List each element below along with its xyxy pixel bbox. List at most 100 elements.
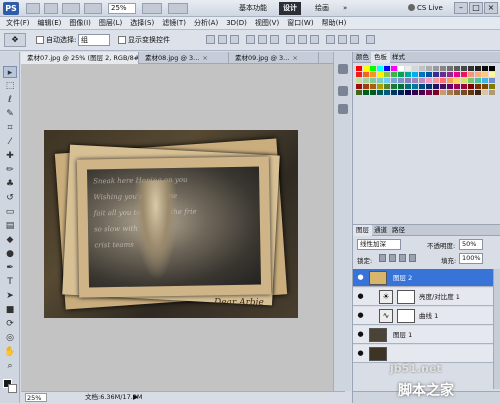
layer-row-brightness-contrast[interactable]: ● ☀ 亮度/对比度 1 bbox=[353, 288, 493, 306]
color-swatch[interactable] bbox=[454, 90, 461, 96]
extras-icon[interactable] bbox=[62, 3, 80, 14]
menu-help[interactable]: 帮助(H) bbox=[318, 17, 351, 29]
tab-styles[interactable]: 样式 bbox=[389, 52, 408, 63]
layer-row-layer-2[interactable]: ● 图层 2 bbox=[353, 269, 493, 287]
crop-tool-icon[interactable]: ⌗ bbox=[3, 122, 17, 134]
distribute-hcenter-icon[interactable] bbox=[338, 35, 347, 44]
bridge-icon[interactable] bbox=[26, 3, 40, 14]
background-color-swatch[interactable] bbox=[8, 384, 17, 393]
visibility-eye-icon[interactable]: ● bbox=[356, 293, 365, 300]
color-swatch[interactable] bbox=[419, 90, 426, 96]
gradient-tool-icon[interactable]: ▤ bbox=[3, 220, 17, 232]
align-right-icon[interactable] bbox=[270, 35, 279, 44]
color-swatch[interactable] bbox=[377, 90, 384, 96]
align-left-icon[interactable] bbox=[246, 35, 255, 44]
color-swatch[interactable] bbox=[384, 90, 391, 96]
color-swatch[interactable] bbox=[461, 90, 468, 96]
lock-position-icon[interactable] bbox=[399, 254, 406, 262]
color-swatch[interactable] bbox=[426, 90, 433, 96]
workspace-essentials[interactable]: 基本功能 bbox=[235, 2, 271, 15]
hand-zoom-icon[interactable] bbox=[84, 3, 102, 14]
zoom-tool-icon[interactable]: ⌕ bbox=[3, 360, 17, 372]
menu-view[interactable]: 视图(V) bbox=[251, 17, 283, 29]
lock-image-icon[interactable] bbox=[389, 254, 396, 262]
color-swatch[interactable] bbox=[482, 90, 489, 96]
tab-swatches[interactable]: 色板 bbox=[371, 52, 390, 63]
align-vcenter-icon[interactable] bbox=[218, 35, 227, 44]
distribute-top-icon[interactable] bbox=[286, 35, 295, 44]
dodge-tool-icon[interactable]: ● bbox=[3, 248, 17, 260]
auto-select-dropdown[interactable]: 组 bbox=[78, 34, 110, 46]
close-tab-icon[interactable]: × bbox=[202, 54, 207, 62]
color-swatch[interactable] bbox=[370, 90, 377, 96]
align-top-icon[interactable] bbox=[206, 35, 215, 44]
show-transform-checkbox[interactable] bbox=[118, 36, 126, 44]
color-panel-icon[interactable] bbox=[338, 86, 348, 96]
visibility-eye-icon[interactable]: ● bbox=[356, 331, 365, 338]
color-swatch[interactable] bbox=[412, 90, 419, 96]
distribute-bottom-icon[interactable] bbox=[310, 35, 319, 44]
color-swatch[interactable] bbox=[363, 90, 370, 96]
distribute-right-icon[interactable] bbox=[350, 35, 359, 44]
document-canvas-image[interactable]: Sneak here Hoping on you Wishing you're … bbox=[44, 130, 298, 318]
move-tool-preset-icon[interactable]: ✥ bbox=[4, 33, 26, 47]
workspace-more-button[interactable]: » bbox=[339, 2, 351, 15]
tab-channels[interactable]: 通道 bbox=[371, 225, 390, 236]
document-tab-2[interactable]: 素材08.jpg @ 3... × bbox=[139, 52, 229, 64]
lock-transparent-icon[interactable] bbox=[379, 254, 386, 262]
shape-tool-icon[interactable]: ■ bbox=[3, 304, 17, 316]
menu-window[interactable]: 窗口(W) bbox=[283, 17, 317, 29]
menu-select[interactable]: 选择(S) bbox=[126, 17, 158, 29]
menu-layer[interactable]: 图层(L) bbox=[95, 17, 126, 29]
color-swatch[interactable] bbox=[356, 90, 363, 96]
workspace-painting[interactable]: 绘画 bbox=[311, 2, 333, 15]
color-swatch[interactable] bbox=[468, 90, 475, 96]
color-swatch[interactable] bbox=[398, 90, 405, 96]
color-swatch[interactable] bbox=[489, 90, 496, 96]
type-tool-icon[interactable]: T bbox=[3, 276, 17, 288]
menu-file[interactable]: 文件(F) bbox=[2, 17, 34, 29]
layer-row-layer-1[interactable]: ● 图层 1 bbox=[353, 326, 493, 344]
marquee-tool-icon[interactable]: ⬚ bbox=[3, 80, 17, 92]
color-swatch[interactable] bbox=[440, 90, 447, 96]
menu-analysis[interactable]: 分析(A) bbox=[190, 17, 222, 29]
color-swatch[interactable] bbox=[391, 90, 398, 96]
blur-tool-icon[interactable]: ◆ bbox=[3, 234, 17, 246]
close-tab-icon[interactable]: × bbox=[292, 54, 297, 62]
screen-mode-icon[interactable] bbox=[168, 3, 188, 14]
color-swatch[interactable] bbox=[433, 90, 440, 96]
opacity-field[interactable]: 50% bbox=[459, 239, 483, 250]
pen-tool-icon[interactable]: ✒ bbox=[3, 262, 17, 274]
layers-scrollbar[interactable] bbox=[493, 269, 500, 389]
path-selection-tool-icon[interactable]: ➤ bbox=[3, 290, 17, 302]
visibility-eye-icon[interactable]: ● bbox=[356, 350, 365, 357]
auto-select-checkbox[interactable] bbox=[36, 36, 44, 44]
auto-align-layers-icon[interactable] bbox=[366, 35, 375, 44]
clone-stamp-tool-icon[interactable]: ♣ bbox=[3, 178, 17, 190]
color-swatch[interactable] bbox=[405, 90, 412, 96]
document-tab-3[interactable]: 素材09.jpg @ 3... × bbox=[229, 52, 319, 64]
maximize-icon[interactable]: □ bbox=[469, 2, 483, 14]
blend-mode-dropdown[interactable]: 线性加深 bbox=[357, 239, 401, 250]
close-icon[interactable]: × bbox=[484, 2, 498, 14]
align-hcenter-icon[interactable] bbox=[258, 35, 267, 44]
lock-all-icon[interactable] bbox=[409, 254, 416, 262]
menu-filter[interactable]: 滤镜(T) bbox=[158, 17, 190, 29]
menu-3d[interactable]: 3D(D) bbox=[222, 17, 251, 29]
menu-image[interactable]: 图像(I) bbox=[65, 17, 95, 29]
quick-select-tool-icon[interactable]: ✎ bbox=[3, 108, 17, 120]
tab-paths[interactable]: 路径 bbox=[389, 225, 408, 236]
fill-field[interactable]: 100% bbox=[459, 253, 483, 264]
distribute-vcenter-icon[interactable] bbox=[298, 35, 307, 44]
brush-tool-icon[interactable]: ✏ bbox=[3, 164, 17, 176]
lasso-tool-icon[interactable]: ℓ bbox=[3, 94, 17, 106]
status-menu-arrow-icon[interactable]: ▶ bbox=[133, 392, 138, 403]
spot-healing-tool-icon[interactable]: ✚ bbox=[3, 150, 17, 162]
visibility-eye-icon[interactable]: ● bbox=[356, 274, 365, 281]
document-tab-1[interactable]: 素材07.jpg @ 25% (图层 2, RGB/8#) * bbox=[21, 52, 139, 64]
color-swatch[interactable] bbox=[475, 90, 482, 96]
3d-orbit-tool-icon[interactable]: ◎ bbox=[3, 332, 17, 344]
align-bottom-icon[interactable] bbox=[230, 35, 239, 44]
eyedropper-tool-icon[interactable]: ⁄ bbox=[3, 136, 17, 148]
layer-row-curves[interactable]: ● ∿ 曲线 1 bbox=[353, 307, 493, 325]
